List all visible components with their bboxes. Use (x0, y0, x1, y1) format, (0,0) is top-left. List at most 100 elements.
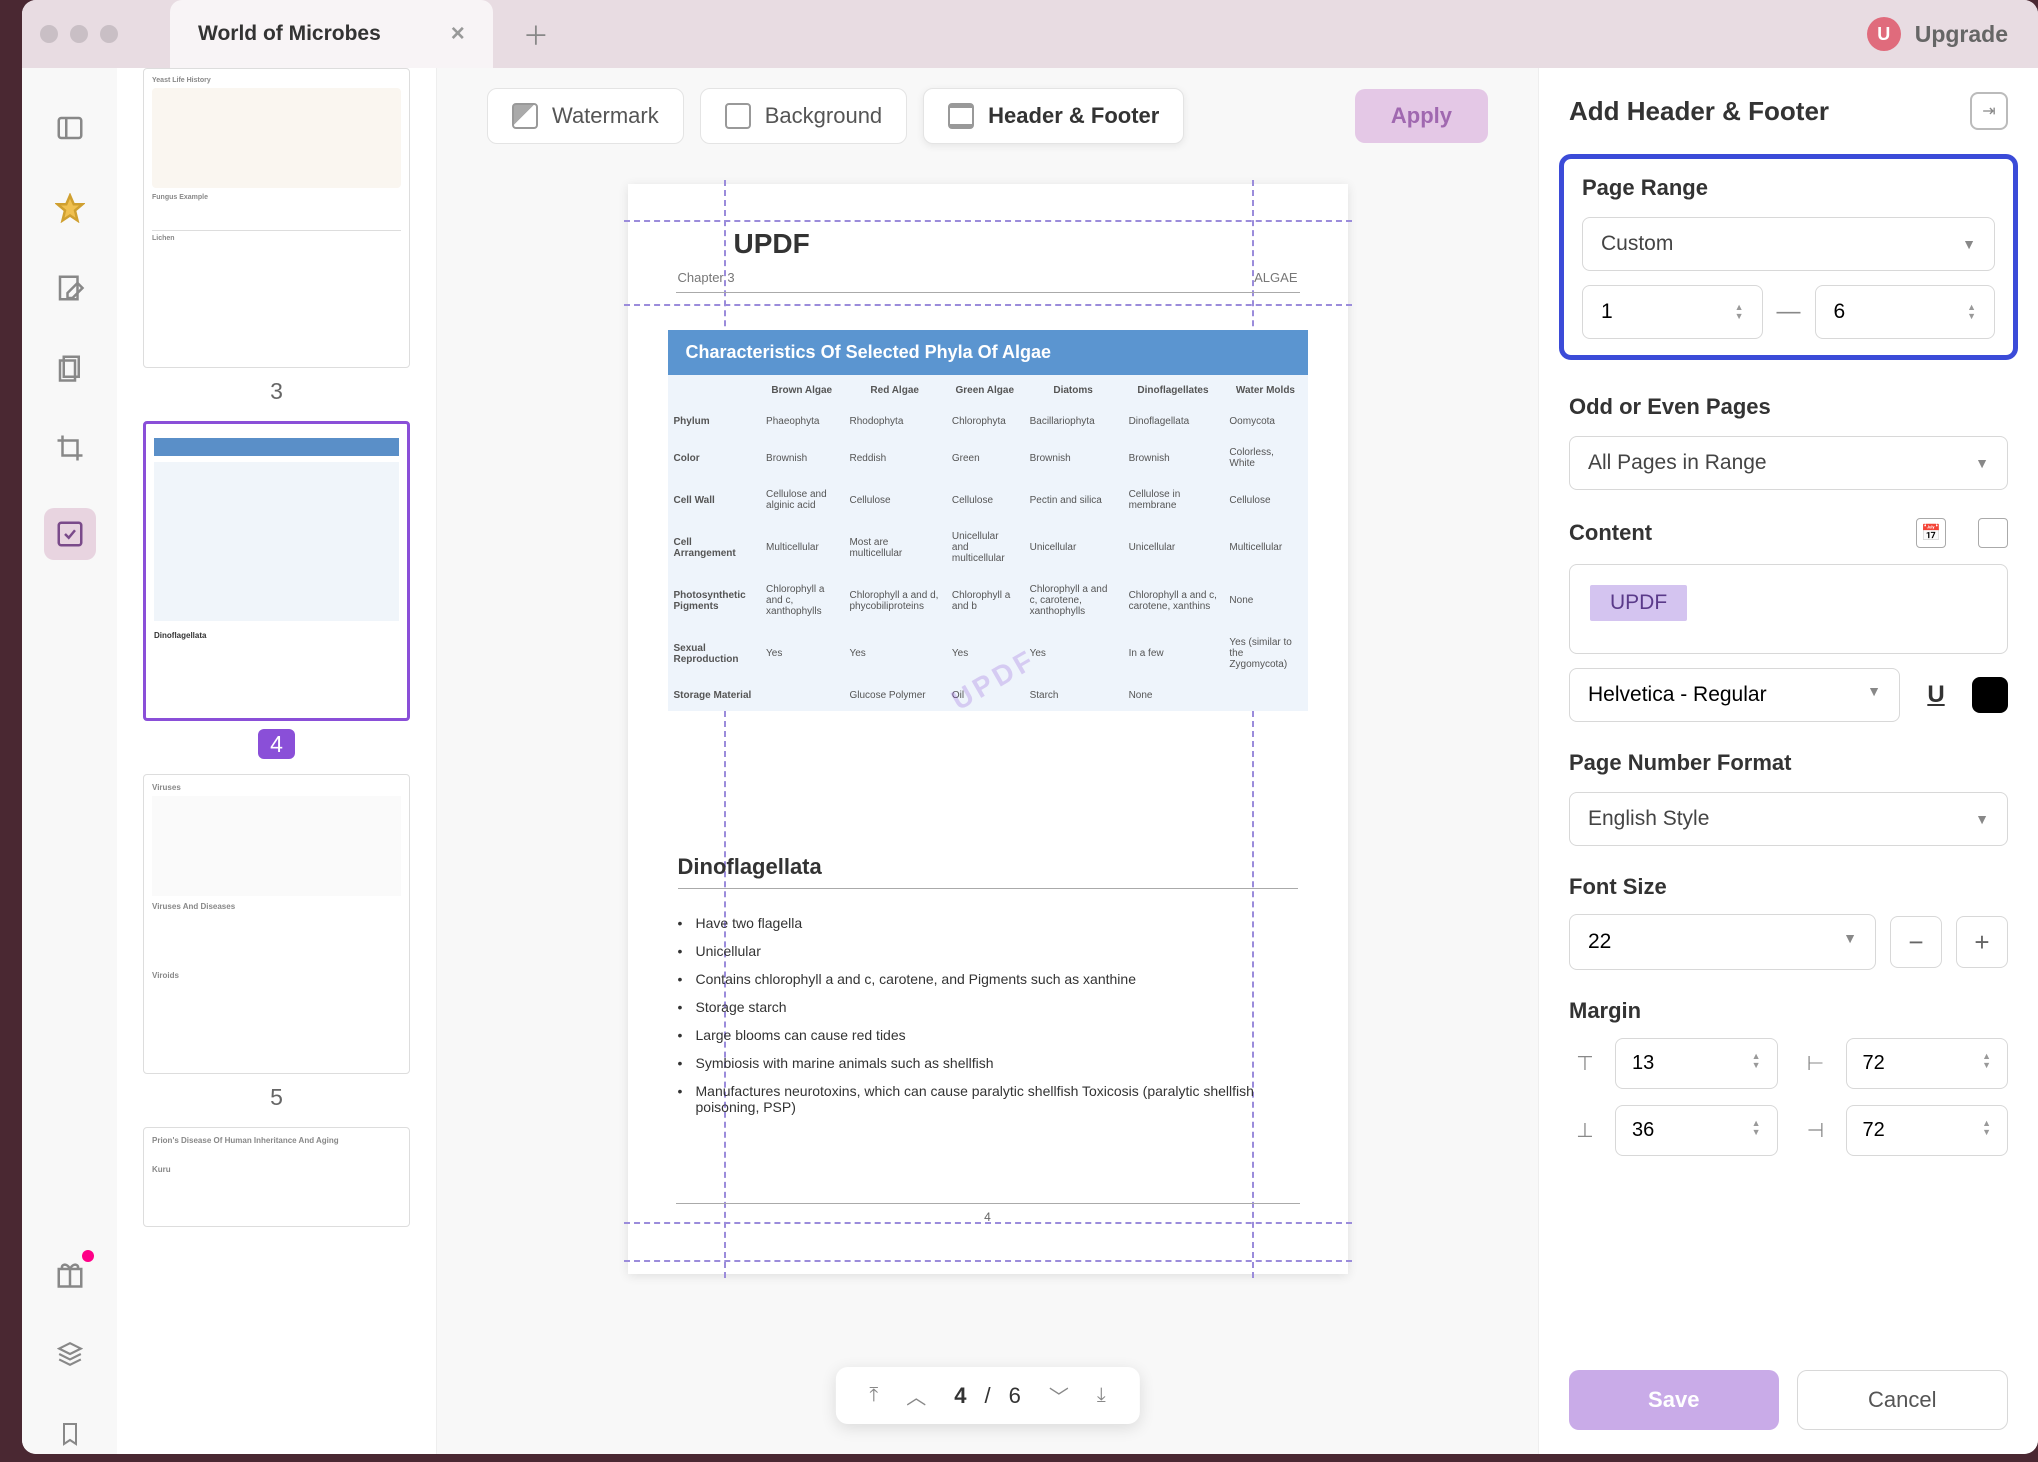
spinner-icon[interactable]: ▲▼ (1735, 303, 1744, 321)
spinner-icon[interactable]: ▲▼ (1967, 303, 1976, 321)
reader-icon[interactable] (50, 108, 90, 148)
save-button[interactable]: Save (1569, 1370, 1779, 1430)
color-swatch[interactable] (1972, 677, 2008, 713)
font-row: Helvetica - Regular ▼ U (1569, 668, 2008, 722)
increase-size-button[interactable]: + (1956, 916, 2008, 968)
user-avatar: U (1867, 17, 1901, 51)
font-family-select[interactable]: Helvetica - Regular ▼ (1569, 668, 1900, 722)
page-preview: UPDF Chapter 3 ALGAE Characteristics Of … (628, 184, 1348, 1274)
close-tab-icon[interactable]: × (451, 20, 465, 48)
page-nav: ⤒ ︿ 4 / 6 ﹀ ⤓ (835, 1367, 1139, 1424)
upgrade-area[interactable]: U Upgrade (1867, 17, 2008, 51)
odd-even-section: Odd or Even Pages All Pages in Range ▼ (1539, 380, 2038, 504)
decrease-size-button[interactable]: − (1890, 916, 1942, 968)
main-area: Yeast Life History Fungus Example Lichen… (22, 68, 2038, 1454)
algae-label: ALGAE (1254, 270, 1297, 285)
font-size-label: Font Size (1569, 874, 2008, 900)
minimize-window[interactable] (70, 25, 88, 43)
range-from-input[interactable]: 1 ▲▼ (1582, 285, 1763, 339)
panel-header: Add Header & Footer ⇥ (1539, 68, 2038, 154)
last-page-button[interactable]: ⤓ (1097, 1384, 1106, 1407)
margin-section: Margin ⊤ 13 ▲▼ ⊢ 72 (1539, 984, 2038, 1170)
collapse-panel-icon[interactable]: ⇥ (1970, 92, 2008, 130)
close-window[interactable] (40, 25, 58, 43)
page-num-format-select[interactable]: English Style ▼ (1569, 792, 2008, 846)
page-num-format-label: Page Number Format (1569, 750, 2008, 776)
traffic-lights (40, 25, 118, 43)
document-tab[interactable]: World of Microbes × (170, 0, 493, 68)
first-page-button[interactable]: ⤒ (869, 1384, 878, 1407)
gift-icon[interactable] (50, 1254, 90, 1294)
odd-even-select[interactable]: All Pages in Range ▼ (1569, 436, 2008, 490)
margin-top-input[interactable]: 13 ▲▼ (1615, 1038, 1778, 1089)
header-rule (676, 292, 1300, 293)
current-page[interactable]: 4 (954, 1383, 966, 1409)
prev-page-button[interactable]: ︿ (906, 1381, 926, 1410)
page-icon[interactable] (1978, 518, 2008, 548)
highlight-icon[interactable] (50, 188, 90, 228)
watermark-tab[interactable]: Watermark (487, 88, 684, 144)
tools-icon[interactable] (44, 508, 96, 560)
spinner-icon[interactable]: ▲▼ (1982, 1119, 1991, 1142)
thumbnail-page-4[interactable]: Dinoflagellata 4 (143, 421, 410, 758)
next-page-button[interactable]: ﹀ (1049, 1381, 1069, 1410)
content-section: Content 📅 UPDF Helvetica - Regular ▼ U (1539, 504, 2038, 736)
content-input[interactable]: UPDF (1569, 564, 2008, 654)
font-size-section: Font Size 22 ▼ − + (1539, 860, 2038, 984)
page-view[interactable]: UPDF Chapter 3 ALGAE Characteristics Of … (437, 164, 1538, 1454)
margin-right-input[interactable]: 72 ▲▼ (1846, 1105, 2009, 1156)
crop-icon[interactable] (50, 428, 90, 468)
maximize-window[interactable] (100, 25, 118, 43)
margin-left-input[interactable]: 72 ▲▼ (1846, 1038, 2009, 1089)
font-size-select[interactable]: 22 ▼ (1569, 914, 1876, 970)
apply-button[interactable]: Apply (1355, 89, 1488, 143)
spinner-icon[interactable]: ▲▼ (1752, 1119, 1761, 1142)
margin-left-icon: ⊢ (1800, 1048, 1832, 1080)
header-footer-tab[interactable]: Header & Footer (923, 88, 1184, 144)
top-tabs: Watermark Background Header & Footer App… (437, 68, 1538, 164)
margin-guide (624, 220, 1352, 222)
panel-footer: Save Cancel (1539, 1346, 2038, 1454)
header-footer-icon (948, 103, 974, 129)
edit-icon[interactable] (50, 268, 90, 308)
thumbnail-page-6[interactable]: Prion's Disease Of Human Inheritance And… (143, 1127, 410, 1227)
spinner-icon[interactable]: ▲▼ (1982, 1052, 1991, 1075)
right-panel: Add Header & Footer ⇥ Page Range Custom … (1538, 68, 2038, 1454)
range-to-input[interactable]: 6 ▲▼ (1815, 285, 1996, 339)
bookmark-icon[interactable] (50, 1414, 90, 1454)
app-window: World of Microbes × ＋ U Upgrade Y (22, 0, 2038, 1454)
section-rule (678, 888, 1298, 889)
chevron-down-icon: ▼ (1843, 930, 1857, 954)
total-pages: 6 (1009, 1383, 1021, 1409)
page-indicator: 4 / 6 (954, 1383, 1021, 1409)
add-tab-button[interactable]: ＋ (523, 16, 549, 53)
cancel-button[interactable]: Cancel (1797, 1370, 2009, 1430)
thumbnail-panel[interactable]: Yeast Life History Fungus Example Lichen… (117, 68, 437, 1454)
content-label: Content (1569, 520, 1652, 546)
pages-icon[interactable] (50, 348, 90, 388)
page-range-mode-select[interactable]: Custom ▼ (1582, 217, 1995, 271)
titlebar: World of Microbes × ＋ U Upgrade (22, 0, 2038, 68)
thumbnail-image: Viruses Viruses And Diseases Viroids (143, 774, 410, 1074)
dino-list: Have two flagellaUnicellularContains chl… (678, 909, 1298, 1121)
page-range-label: Page Range (1582, 175, 1995, 201)
thumbnail-image: Yeast Life History Fungus Example Lichen (143, 68, 410, 368)
margin-right-icon: ⊣ (1800, 1115, 1832, 1147)
chevron-down-icon: ▼ (1962, 236, 1976, 252)
layers-icon[interactable] (50, 1334, 90, 1374)
range-dash: — (1777, 298, 1801, 326)
center-area: Watermark Background Header & Footer App… (437, 68, 1538, 1454)
background-tab[interactable]: Background (700, 88, 907, 144)
spinner-icon[interactable]: ▲▼ (1752, 1052, 1761, 1075)
thumbnail-page-3[interactable]: Yeast Life History Fungus Example Lichen… (143, 68, 410, 405)
page-num-format-section: Page Number Format English Style ▼ (1539, 736, 2038, 860)
margin-guide (624, 304, 1352, 306)
calendar-icon[interactable]: 📅 (1916, 518, 1946, 548)
footer-rule (676, 1203, 1300, 1204)
page-number: 4 (984, 1210, 991, 1224)
thumbnail-page-5[interactable]: Viruses Viruses And Diseases Viroids 5 (143, 774, 410, 1111)
margin-bottom-input[interactable]: 36 ▲▼ (1615, 1105, 1778, 1156)
margin-top-icon: ⊤ (1569, 1048, 1601, 1080)
margin-label: Margin (1569, 998, 2008, 1024)
underline-button[interactable]: U (1914, 673, 1958, 717)
